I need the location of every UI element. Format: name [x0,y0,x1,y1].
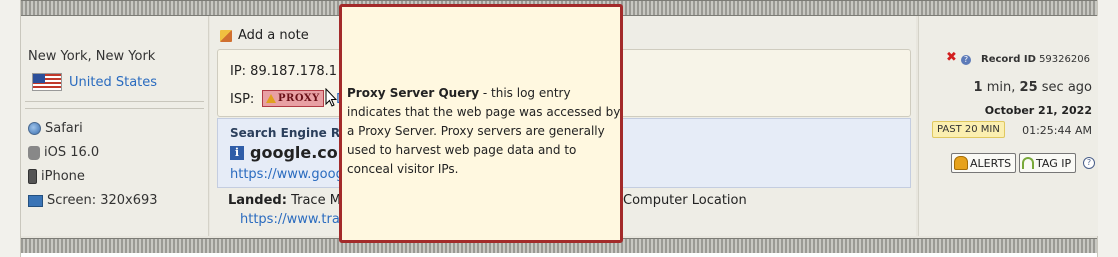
search-engine-url[interactable]: https://www.goog [230,167,344,182]
info-icon[interactable]: i [230,146,244,160]
tag-ip-help-icon[interactable]: ? [1083,157,1095,169]
next-entry-strip [21,253,1097,257]
time-ago-seconds-label: sec ago [1041,80,1092,95]
time-ago-minutes: 1 [973,80,983,95]
record-time: 01:25:44 AM [1022,124,1092,137]
os-name: iOS 16.0 [44,145,100,160]
warning-icon [266,94,276,103]
search-engine-label: Search Engine Re [230,126,349,140]
time-ago: 1 min, 25 sec ago [974,80,1092,95]
tooltip-title: Proxy Server Query [347,86,480,100]
us-flag-icon [32,73,62,91]
add-note-link[interactable]: Add a note [220,28,309,43]
location-city: New York, New York [28,49,156,64]
record-id: Record ID 59326206 [981,54,1090,65]
add-note-label: Add a note [238,28,309,43]
landed-page-url[interactable]: https://www.tra [240,212,340,227]
ip-address: IP: 89.187.178.1 [230,64,338,79]
left-page-margin [0,0,21,257]
tag-ip-label: TAG IP [1036,156,1072,170]
record-id-value: 59326206 [1039,54,1090,65]
bell-icon [954,156,968,170]
alerts-button[interactable]: ALERTS [951,153,1017,173]
time-ago-seconds: 25 [1019,80,1038,95]
pencil-icon [220,29,232,42]
alerts-label: ALERTS [970,156,1012,170]
proxy-badge-label: PROXY [278,93,320,104]
browser-row: Safari [28,121,83,136]
phone-icon [28,169,37,184]
screen-size: Screen: 320x693 [47,193,158,208]
browser-name: Safari [45,121,83,136]
device-name: iPhone [41,169,85,184]
record-info-column: ✖ ? Record ID 59326206 1 min, 25 sec ago… [918,16,1098,236]
past-20-min-badge: PAST 20 MIN [932,121,1005,138]
landed-row: Landed: Trace My [228,193,349,208]
location-country-link[interactable]: United States [69,75,157,90]
os-row: iOS 16.0 [28,145,99,160]
monitor-icon [28,194,43,207]
browser-icon [28,122,41,135]
delete-record-icon[interactable]: ✖ [946,51,957,64]
apple-icon [28,145,40,160]
screen-row: Screen: 320x693 [28,193,158,208]
visitor-info-column: New York, New York United States Safari … [21,16,209,236]
isp-label: ISP: [230,92,255,107]
time-ago-minutes-label: min, [986,80,1016,95]
separator [25,101,204,109]
tag-ip-button[interactable]: TAG IP [1019,153,1077,173]
tooltip-text: Proxy Server Query - this log entry indi… [347,84,622,179]
record-date: October 21, 2022 [984,104,1092,117]
wifi-icon [1022,157,1034,169]
record-id-label: Record ID [981,54,1036,65]
proxy-badge[interactable]: PROXY [262,90,324,107]
landed-page-title-tail: Computer Location [623,193,747,208]
proxy-tooltip: Proxy Server Query - this log entry indi… [339,4,623,243]
landed-label: Landed: [228,193,287,208]
right-page-margin [1097,0,1118,257]
help-icon[interactable]: ? [961,55,971,65]
device-row: iPhone [28,169,85,184]
